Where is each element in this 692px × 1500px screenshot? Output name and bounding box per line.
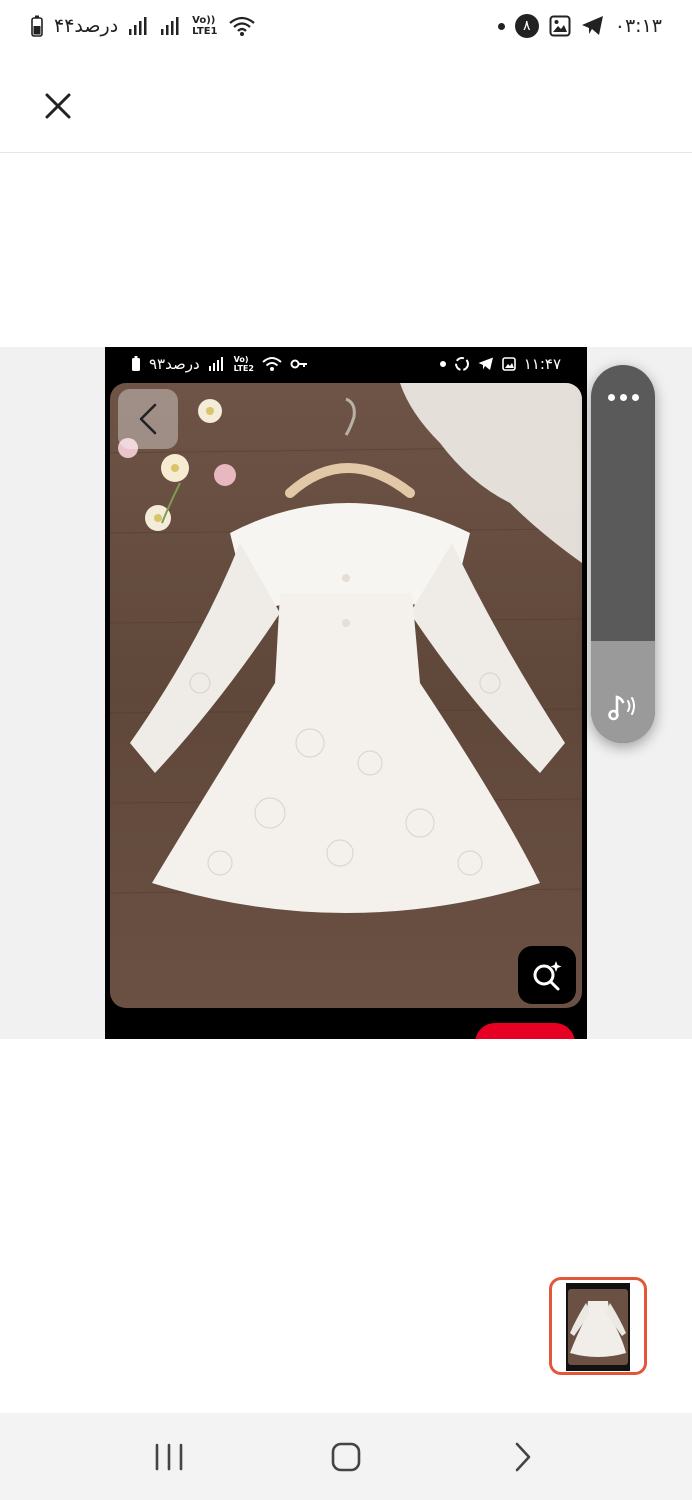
embedded-wifi-icon (262, 357, 282, 371)
wifi-icon (229, 16, 255, 36)
battery-text: ۴۴درصد (54, 15, 119, 37)
embedded-vpn-key-icon (290, 359, 307, 369)
notification-badge: ۸ (514, 14, 539, 38)
more-options-button[interactable] (591, 379, 655, 415)
home-icon (331, 1442, 361, 1471)
embedded-signal-icon (208, 357, 223, 371)
dress-illustration (110, 383, 582, 913)
image-viewer: ۹۳درصد Vo) LTE2 ۱۱:۴۷ (0, 153, 692, 1413)
gallery-icon (549, 15, 571, 37)
notification-dot (497, 22, 505, 30)
embedded-volte-label: Vo) LTE2 (233, 355, 254, 373)
thumbnail-photo (568, 1289, 628, 1365)
status-left-group: ۴۴درصد Vo)) LTE1 (30, 15, 256, 37)
recents-button[interactable] (139, 1427, 199, 1487)
signal-icon-2 (161, 17, 179, 35)
status-right-group: ۸ ۰۳:۱۳ (497, 14, 662, 38)
thumbnail-dress (570, 1301, 626, 1357)
clock: ۰۳:۱۳ (614, 15, 662, 37)
more-dots-icon (607, 393, 615, 401)
back-button[interactable] (118, 389, 178, 449)
embedded-battery-text: ۹۳درصد (149, 355, 200, 373)
embedded-gallery-icon (501, 357, 516, 371)
product-photo (110, 383, 582, 1008)
screenshot-image[interactable]: ۹۳درصد Vo) LTE2 ۱۱:۴۷ (105, 347, 587, 1039)
floating-side-panel (591, 365, 655, 743)
chevron-left-icon (139, 403, 157, 435)
embedded-dot (439, 361, 446, 367)
save-pill-button (475, 1023, 575, 1039)
volte-label: Vo)) LTE1 (192, 15, 218, 37)
embedded-clock: ۱۱:۴۷ (523, 355, 561, 373)
system-navigation-bar (0, 1413, 692, 1500)
more-dot (631, 393, 639, 401)
status-bar: ۴۴درصد Vo)) LTE1 ۸ ۰۳:۱۳ (0, 0, 692, 52)
embedded-telegram-icon (478, 357, 493, 370)
home-button[interactable] (316, 1427, 376, 1487)
close-button[interactable] (36, 84, 80, 128)
embedded-sync-icon (454, 357, 469, 371)
back-nav-button[interactable] (493, 1427, 553, 1487)
music-note-icon (608, 695, 635, 721)
thumbnail-frame (566, 1283, 630, 1371)
back-icon (516, 1442, 531, 1471)
embedded-status-right: ۱۱:۴۷ (439, 355, 561, 373)
audio-button[interactable] (599, 683, 647, 731)
selected-image-thumbnail[interactable] (549, 1277, 647, 1375)
embedded-status-bar: ۹۳درصد Vo) LTE2 ۱۱:۴۷ (105, 347, 587, 381)
viewer-header (0, 52, 692, 153)
more-dot (619, 393, 627, 401)
embedded-status-left: ۹۳درصد Vo) LTE2 (131, 355, 308, 373)
close-icon (45, 93, 71, 119)
lens-search-icon (533, 961, 562, 991)
embedded-battery-icon (132, 356, 140, 371)
telegram-icon (581, 16, 603, 35)
battery-icon (31, 15, 43, 37)
recents-icon (155, 1443, 182, 1470)
visual-search-button[interactable] (518, 946, 576, 1004)
signal-icon (129, 17, 147, 35)
